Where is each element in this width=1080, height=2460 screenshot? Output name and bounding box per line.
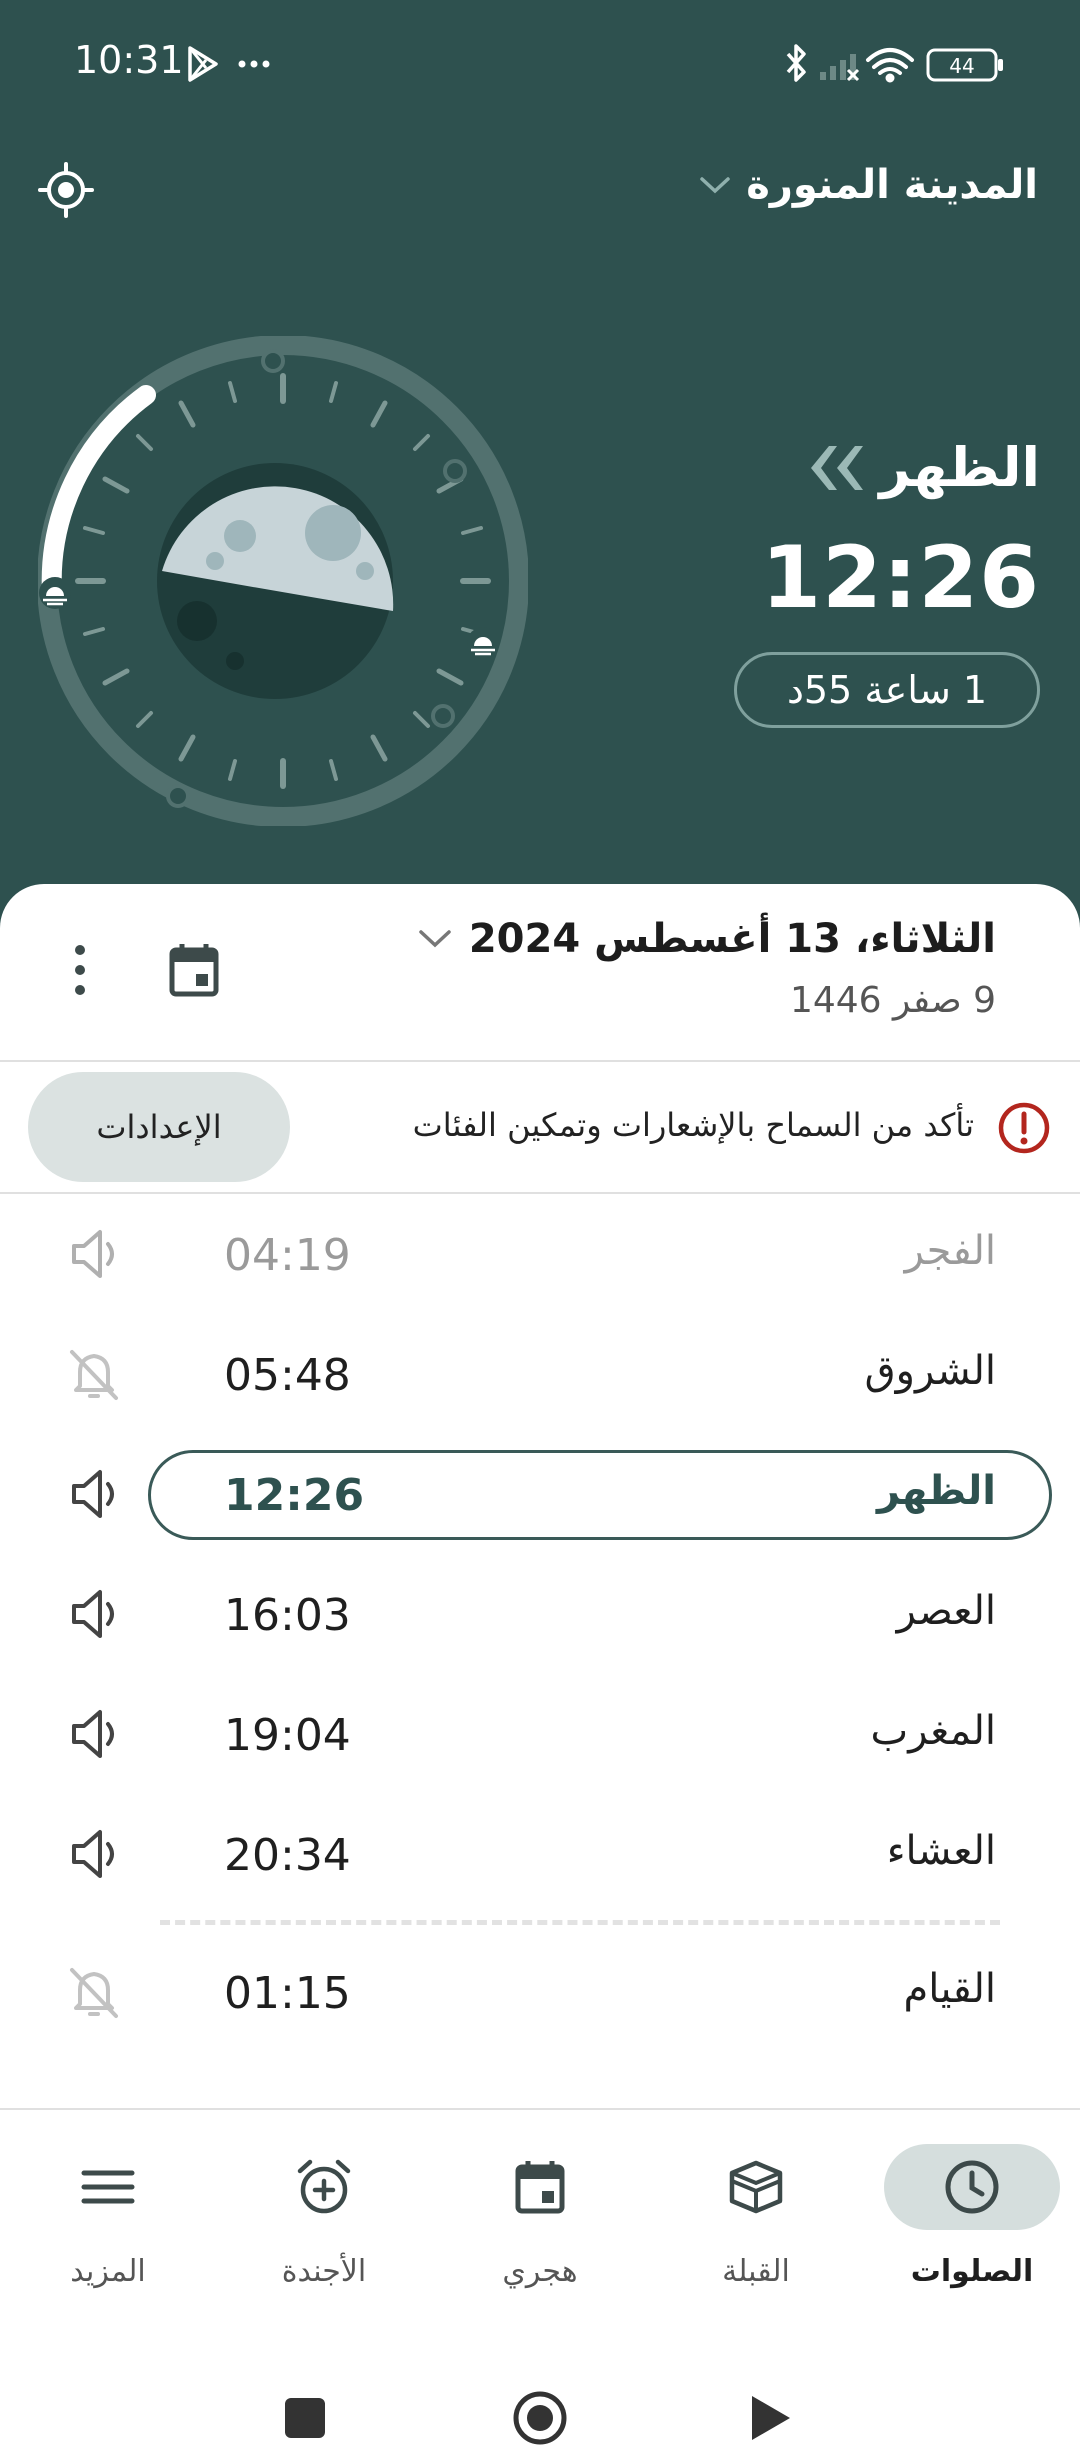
- prayer-name: الفجر: [904, 1228, 996, 1274]
- prayer-time: 04:19: [224, 1230, 351, 1281]
- prayer-time: 12:26: [224, 1470, 365, 1521]
- countdown-badge: 1 ساعة 55د: [734, 652, 1040, 728]
- bottom-navigation: الصلوات القبلة هجري الأجندة المزيد: [0, 2110, 1080, 2310]
- prayer-time: 01:15: [224, 1968, 351, 2019]
- recents-button[interactable]: [285, 2398, 325, 2438]
- notification-warning-text: تأكد من السماح بالإشعارات وتمكين الفئات: [412, 1106, 974, 1144]
- nav-label: هجري: [502, 2254, 578, 2289]
- next-prayer-name: الظهر: [879, 436, 1040, 499]
- prayer-time: 20:34: [224, 1830, 351, 1881]
- status-right-icons: 44: [782, 40, 1022, 90]
- prayer-row-qiyam[interactable]: القيام 01:15: [0, 1948, 1080, 2038]
- hijri-date: 9 صفر 1446: [789, 980, 996, 1021]
- prayer-row-isha[interactable]: العشاء 20:34: [0, 1810, 1080, 1900]
- calendar-icon: [169, 944, 219, 997]
- system-navigation-bar: [0, 2346, 1080, 2460]
- wifi-icon: [866, 48, 914, 83]
- nav-label: الصلوات: [910, 2254, 1034, 2289]
- nav-label: الأجندة: [281, 2254, 367, 2289]
- prayer-row-asr[interactable]: العصر 16:03: [0, 1570, 1080, 1660]
- prayer-time: 05:48: [224, 1350, 351, 1401]
- sunset-icon: [467, 627, 499, 659]
- play-store-icon: [188, 46, 218, 82]
- calendar-button[interactable]: [168, 942, 220, 998]
- nav-label: القبلة: [722, 2254, 790, 2289]
- sunrise-icon: [39, 577, 71, 609]
- prayer-name: المغرب: [870, 1708, 996, 1754]
- back-button[interactable]: [752, 2396, 790, 2440]
- locate-button[interactable]: [36, 160, 96, 220]
- prayer-name: العشاء: [886, 1828, 996, 1874]
- divider: [0, 1060, 1080, 1062]
- next-prayer-time: 12:26: [761, 528, 1040, 628]
- divider: [0, 1192, 1080, 1194]
- prayer-row-sunrise[interactable]: الشروق 05:48: [0, 1330, 1080, 1420]
- speaker-icon[interactable]: [66, 1224, 122, 1284]
- gregorian-date: الثلاثاء، 13 أغسطس 2024: [468, 916, 996, 962]
- nav-agenda[interactable]: الأجندة: [216, 2110, 432, 2310]
- prayer-time: 16:03: [224, 1590, 351, 1641]
- kaaba-icon: [729, 2160, 783, 2214]
- prayer-name: القيام: [903, 1966, 996, 2012]
- prayer-name: العصر: [896, 1588, 996, 1634]
- bluetooth-icon: [786, 44, 806, 82]
- city-name: المدينة المنورة: [746, 162, 1038, 208]
- bell-off-icon[interactable]: [66, 1344, 122, 1404]
- speaker-icon[interactable]: [66, 1464, 122, 1524]
- nav-qibla[interactable]: القبلة: [648, 2110, 864, 2310]
- error-icon: [996, 1100, 1052, 1156]
- dashed-divider: [160, 1920, 1000, 1925]
- nav-more[interactable]: المزيد: [0, 2110, 216, 2310]
- prayer-time: 19:04: [224, 1710, 351, 1761]
- city-selector[interactable]: المدينة المنورة: [698, 162, 1038, 208]
- prayer-name: الظهر: [877, 1468, 996, 1514]
- speaker-icon[interactable]: [66, 1704, 122, 1764]
- date-selector[interactable]: الثلاثاء، 13 أغسطس 2024: [417, 916, 996, 962]
- home-button[interactable]: [513, 2391, 567, 2445]
- gps-icon: [38, 162, 94, 218]
- next-chevrons-icon: [811, 445, 864, 490]
- prayer-dial: [38, 336, 528, 826]
- status-time: 10:31: [74, 38, 184, 82]
- cellular-signal-icon: [820, 54, 860, 82]
- bell-off-icon[interactable]: [66, 1962, 122, 2022]
- nav-hijri[interactable]: هجري: [432, 2110, 648, 2310]
- calendar-icon: [515, 2161, 565, 2214]
- more-options-button[interactable]: [66, 942, 94, 998]
- more-vert-icon: [75, 945, 85, 995]
- moon-icon: [157, 463, 394, 699]
- prayer-row-maghrib[interactable]: المغرب 19:04: [0, 1690, 1080, 1780]
- nav-label: المزيد: [70, 2254, 146, 2289]
- more-notifications-icon: [238, 60, 270, 68]
- prayer-row-fajr[interactable]: الفجر 04:19: [0, 1210, 1080, 1300]
- battery-icon: 44: [926, 48, 1003, 82]
- settings-button[interactable]: الإعدادات: [28, 1072, 290, 1182]
- prayer-row-dhuhr[interactable]: الظهر 12:26: [0, 1450, 1080, 1540]
- clock-icon: [945, 2160, 999, 2214]
- chevron-down-icon: [700, 177, 730, 194]
- menu-icon: [81, 2170, 135, 2204]
- next-prayer-label: الظهر: [803, 436, 1040, 499]
- prayer-name: الشروق: [864, 1348, 996, 1394]
- chevron-down-icon: [419, 930, 451, 948]
- alarm-add-icon: [297, 2159, 351, 2214]
- status-left-icons: [186, 44, 276, 84]
- speaker-icon[interactable]: [66, 1584, 122, 1644]
- battery-level: 44: [949, 54, 974, 78]
- nav-prayers[interactable]: الصلوات: [864, 2110, 1080, 2310]
- speaker-icon[interactable]: [66, 1824, 122, 1884]
